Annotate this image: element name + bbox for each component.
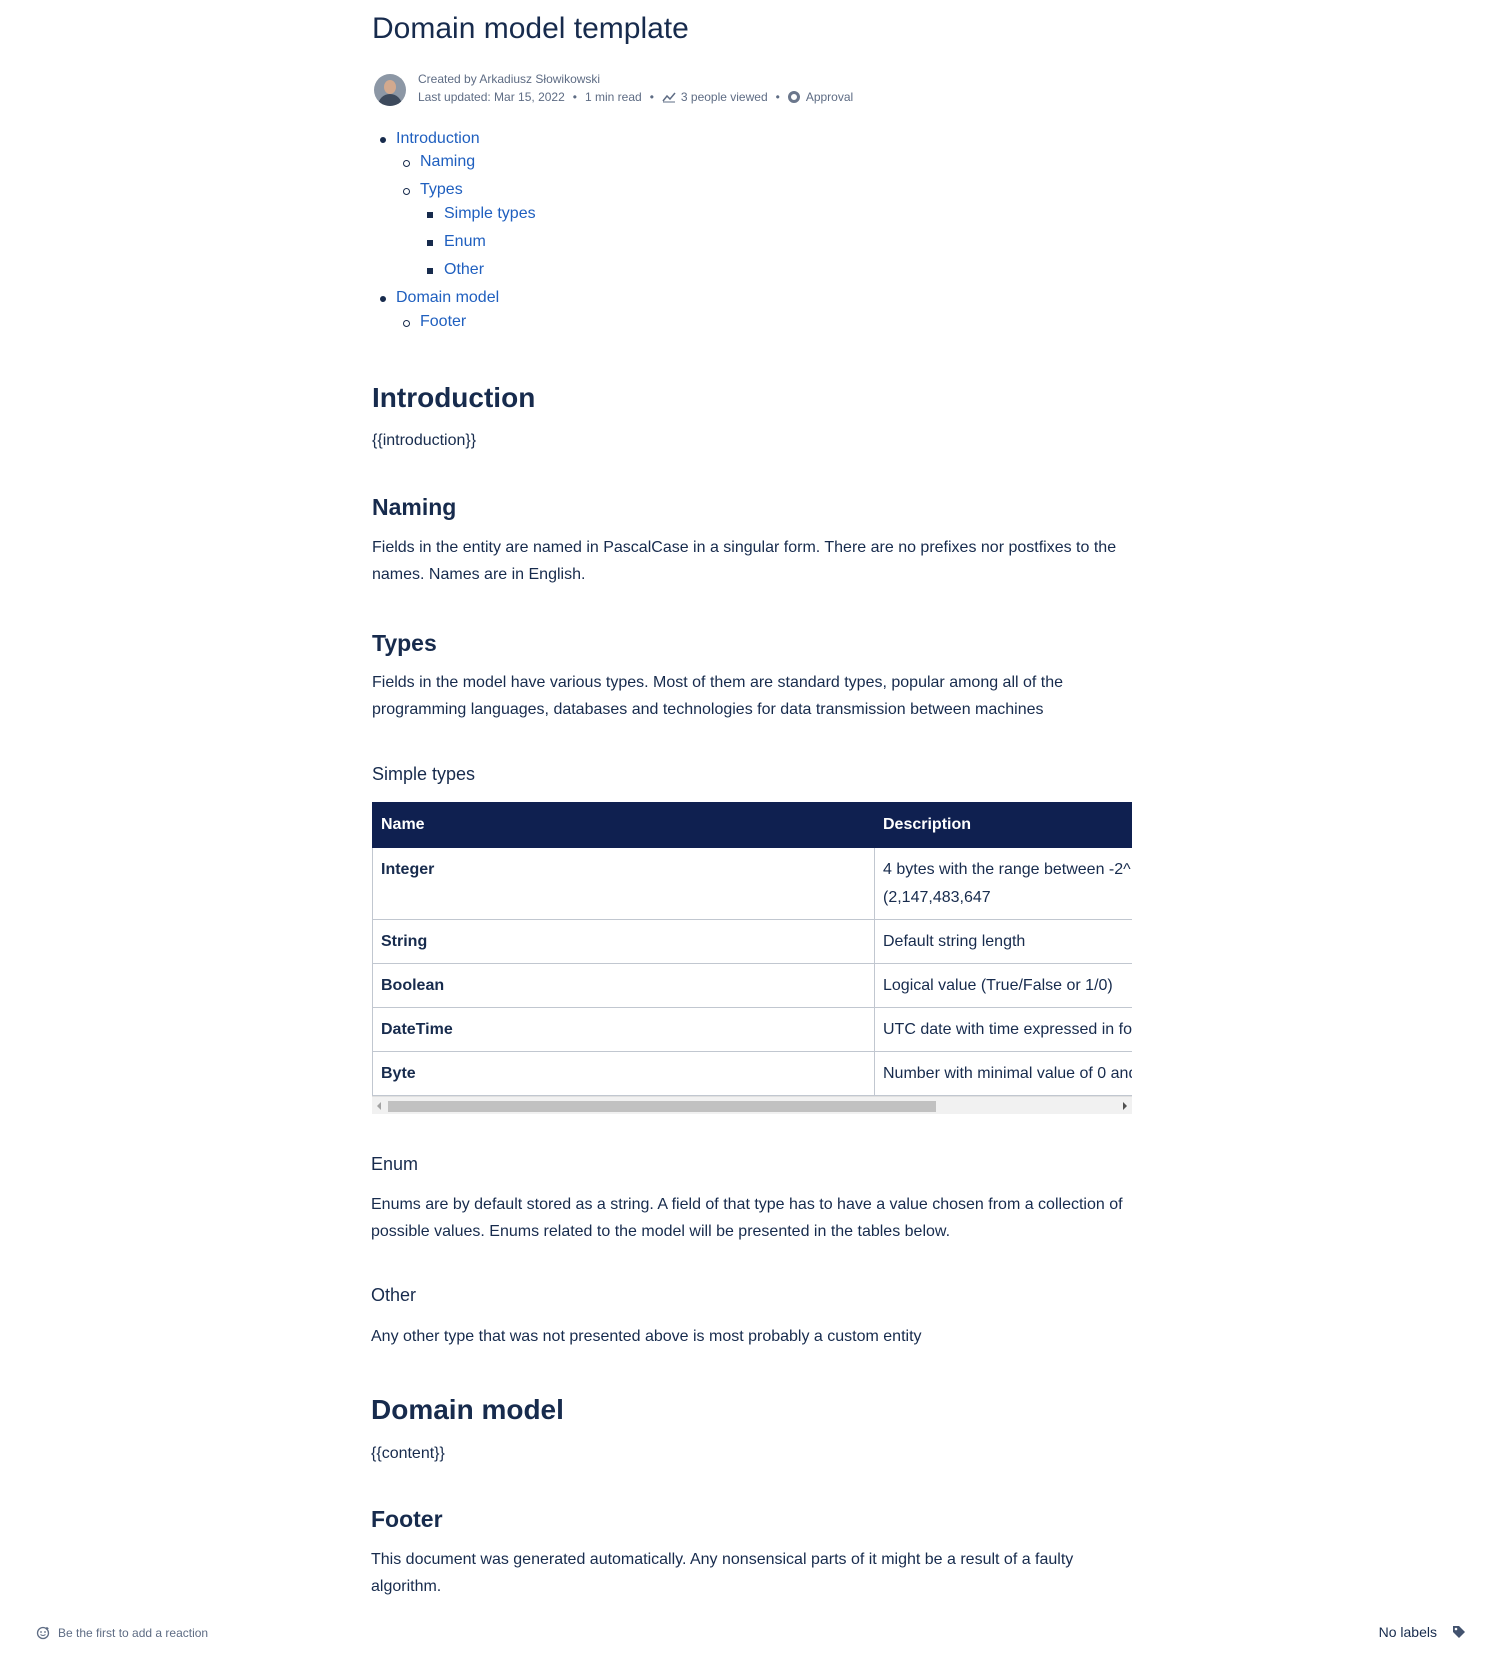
bullet [403, 320, 410, 327]
heading-introduction: Introduction [372, 382, 536, 413]
created-by[interactable]: Created by Arkadiusz Słowikowski [418, 72, 600, 86]
scrollbar-thumb[interactable] [388, 1101, 936, 1112]
toc-footer[interactable]: Footer [420, 313, 466, 331]
table-row: Byte Number with minimal value of 0 and [372, 1051, 1132, 1096]
table-row: DateTime UTC date with time expressed in… [372, 1007, 1132, 1052]
heading-other: Other [371, 1285, 417, 1305]
view-count[interactable]: 3 people viewed [681, 90, 768, 104]
bullet [427, 240, 433, 246]
heading-naming: Naming [372, 494, 457, 520]
toc-introduction[interactable]: Introduction [396, 130, 480, 148]
approval-status-icon [787, 91, 800, 103]
separator-dot: • [775, 90, 780, 104]
emoji-icon [36, 1626, 50, 1640]
bullet [403, 188, 410, 195]
page-title: Domain model template [372, 12, 689, 45]
approval-status[interactable]: Approval [806, 90, 853, 104]
labels-area[interactable]: No labels [1379, 1624, 1467, 1640]
reaction-label: Be the first to add a reaction [58, 1626, 209, 1640]
toc-naming[interactable]: Naming [420, 153, 475, 171]
bullet [427, 268, 433, 274]
cell-description: UTC date with time expressed in for [874, 1007, 1132, 1052]
cell-name: Boolean [372, 963, 875, 1008]
labels-text: No labels [1378, 1624, 1437, 1640]
cell-description: Default string length [874, 919, 1132, 964]
page-meta: Last updated: Mar 15, 2022 • 1 min read … [418, 90, 853, 104]
heading-simple-types: Simple types [372, 764, 476, 784]
cell-description: Logical value (True/False or 1/0) [874, 963, 1132, 1008]
bullet [403, 160, 410, 167]
cell-description: 4 bytes with the range between -2^ (2,147… [874, 847, 1132, 920]
table-horizontal-scrollbar[interactable] [372, 1096, 1132, 1114]
read-time: 1 min read [584, 90, 642, 104]
table-row: Integer 4 bytes with the range between -… [372, 847, 1132, 920]
heading-enum: Enum [371, 1154, 419, 1174]
bullet [380, 296, 386, 302]
analytics-icon [662, 92, 676, 103]
naming-text: Fields in the entity are named in Pascal… [372, 539, 1117, 583]
toc-enum[interactable]: Enum [444, 233, 486, 251]
bullet [380, 137, 386, 143]
separator-dot: • [572, 90, 577, 104]
cell-name: Integer [372, 847, 875, 920]
column-header-name[interactable]: Name [372, 802, 875, 848]
reaction-button[interactable]: Be the first to add a reaction [36, 1626, 208, 1640]
cell-name: String [372, 919, 875, 964]
enum-text: Enums are by default stored as a string.… [371, 1196, 1123, 1240]
table-row: Boolean Logical value (True/False or 1/0… [372, 963, 1132, 1008]
heading-domain-model: Domain model [371, 1394, 564, 1425]
other-text: Any other type that was not presented ab… [371, 1328, 922, 1345]
types-text: Fields in the model have various types. … [372, 674, 1064, 718]
domain-model-text: {{content}} [371, 1445, 445, 1462]
scroll-right-icon[interactable] [1123, 1102, 1127, 1110]
scroll-left-icon[interactable] [377, 1102, 381, 1110]
column-header-description[interactable]: Description [874, 802, 1132, 848]
cell-name: Byte [372, 1051, 875, 1096]
tag-icon[interactable] [1451, 1624, 1467, 1640]
introduction-text: {{introduction}} [372, 432, 477, 449]
last-updated[interactable]: Last updated: Mar 15, 2022 [418, 90, 565, 104]
toc-simple-types[interactable]: Simple types [444, 205, 536, 223]
heading-footer: Footer [371, 1506, 443, 1532]
avatar[interactable] [374, 74, 406, 106]
toc-domain-model[interactable]: Domain model [396, 289, 499, 307]
footer-text: This document was generated automaticall… [371, 1551, 1074, 1595]
heading-types: Types [372, 630, 437, 656]
cell-description: Number with minimal value of 0 and [874, 1051, 1132, 1096]
toc-other[interactable]: Other [444, 261, 484, 279]
table-row: String Default string length [372, 919, 1132, 964]
cell-name: DateTime [372, 1007, 875, 1052]
toc-types[interactable]: Types [420, 181, 463, 199]
bullet [427, 212, 433, 218]
simple-types-table[interactable]: Name Description Integer 4 bytes with th… [372, 802, 1132, 1114]
separator-dot: • [649, 90, 654, 104]
